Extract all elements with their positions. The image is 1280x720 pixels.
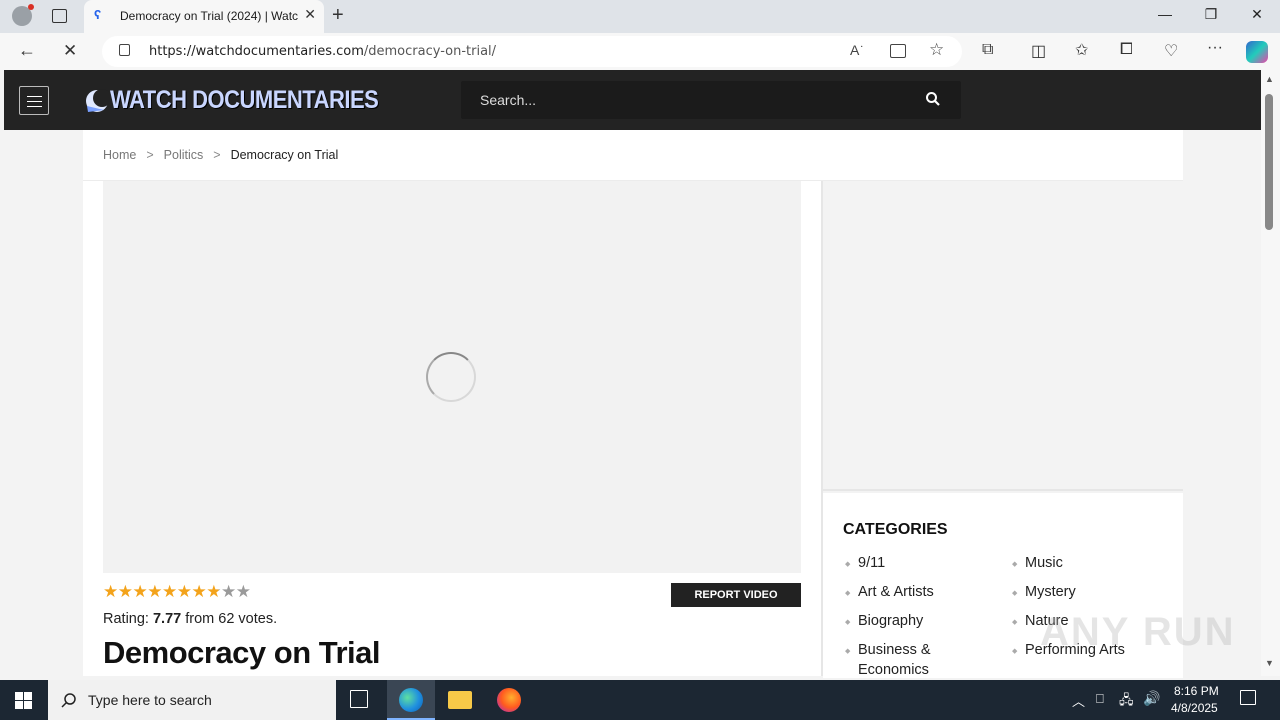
site-logo[interactable]: WATCH DOCUMENTARIES	[84, 83, 379, 117]
star-icon[interactable]: ★	[177, 583, 192, 601]
star-icon[interactable]: ★	[221, 583, 236, 601]
site-search-input[interactable]: Search...	[461, 81, 961, 119]
hamburger-menu-button[interactable]	[19, 86, 49, 115]
taskbar: Type here to search ︿ ⎕ 🖧 🔊 8:16 PM 4/8/…	[0, 680, 1280, 720]
lock-icon[interactable]	[119, 44, 130, 56]
stop-loading-icon[interactable]: ✕	[63, 41, 77, 61]
page-title: Democracy on Trial	[103, 635, 381, 670]
edge-icon	[399, 688, 423, 712]
site-favicon: ʕ	[94, 7, 102, 22]
category-link-continued[interactable]: Economics	[858, 662, 929, 678]
scroll-down-icon[interactable]: ▼	[1265, 658, 1274, 668]
breadcrumb-separator: >	[146, 148, 154, 162]
browser-tab-strip: ʕ Democracy on Trial (2024) | Watc ✕ + —…	[0, 0, 1280, 33]
split-screen-icon[interactable]: ◫	[1031, 41, 1046, 61]
breadcrumb: Home > Politics > Democracy on Trial	[103, 148, 338, 162]
sidebar: CATEGORIES 9/11 Art & Artists Biography …	[821, 181, 1183, 678]
back-icon[interactable]: ←	[18, 40, 36, 61]
meet-now-icon[interactable]: ⎕	[1096, 691, 1104, 707]
video-player[interactable]	[103, 181, 801, 573]
breadcrumb-home[interactable]: Home	[103, 148, 136, 162]
file-explorer-icon[interactable]	[448, 691, 472, 709]
extensions-icon[interactable]: ⧉	[982, 41, 993, 59]
category-link[interactable]: 9/11	[845, 555, 885, 571]
active-tab[interactable]: ʕ Democracy on Trial (2024) | Watc ✕	[84, 0, 324, 33]
star-icon[interactable]: ★	[103, 583, 118, 601]
task-view-icon[interactable]	[350, 690, 368, 708]
scroll-thumb[interactable]	[1265, 94, 1273, 230]
more-menu-icon[interactable]: ···	[1207, 39, 1223, 57]
report-video-button[interactable]: REPORT VIDEO	[671, 583, 801, 607]
browser-essentials-icon[interactable]: ♡	[1164, 41, 1178, 61]
star-icon[interactable]: ★	[192, 583, 207, 601]
address-bar[interactable]: https://watchdocumentaries.com/democracy…	[102, 36, 962, 67]
minimize-icon[interactable]: —	[1142, 6, 1188, 22]
scroll-up-icon[interactable]: ▲	[1265, 74, 1274, 84]
windows-start-icon[interactable]	[15, 692, 32, 709]
star-icon[interactable]: ★	[118, 583, 133, 601]
new-tab-icon[interactable]: +	[332, 4, 344, 27]
volume-icon[interactable]: 🔊	[1143, 690, 1160, 707]
logo-moon-icon	[86, 89, 110, 112]
read-aloud-icon[interactable]: A͘	[850, 42, 859, 58]
star-icon[interactable]: ★	[147, 583, 162, 601]
ad-slot	[823, 181, 1183, 491]
breadcrumb-current: Democracy on Trial	[230, 148, 339, 162]
search-icon	[61, 693, 76, 708]
category-link[interactable]: Business &	[845, 642, 930, 658]
categories-heading: CATEGORIES	[843, 521, 948, 538]
star-icon[interactable]: ★	[206, 583, 221, 601]
favorites-icon[interactable]: ✩	[1075, 40, 1088, 60]
site-header: WATCH DOCUMENTARIES Search...	[4, 70, 1261, 130]
watermark-logo: ANY RUN	[1040, 610, 1236, 654]
restore-icon[interactable]: ❐	[1188, 6, 1234, 23]
star-icon[interactable]: ★	[133, 583, 148, 601]
clock-time[interactable]: 8:16 PM	[1174, 684, 1219, 698]
tray-chevron-icon[interactable]: ︿	[1072, 691, 1085, 710]
star-icon[interactable]: ★	[236, 583, 251, 601]
category-link[interactable]: Music	[1012, 555, 1063, 571]
loading-spinner-icon	[426, 352, 476, 402]
copilot-icon[interactable]	[1246, 41, 1268, 63]
tab-actions-icon[interactable]	[52, 9, 67, 23]
star-icon[interactable]: ★	[162, 583, 177, 601]
breadcrumb-category[interactable]: Politics	[164, 148, 204, 162]
search-icon[interactable]	[925, 91, 941, 107]
tab-close-icon[interactable]: ✕	[304, 6, 316, 23]
firefox-icon[interactable]	[497, 688, 521, 712]
browser-toolbar: ← ✕ https://watchdocumentaries.com/democ…	[0, 33, 1280, 70]
category-link[interactable]: Biography	[845, 613, 923, 629]
page-container: Home > Politics > Democracy on Trial ★ ★ ★ ★ ★ ★ ★…	[83, 130, 1183, 678]
network-icon[interactable]: 🖧	[1119, 691, 1134, 713]
page-scrollbar[interactable]: ▲ ▼	[1261, 70, 1280, 676]
taskbar-search-box[interactable]: Type here to search	[48, 680, 336, 720]
rating-value: 7.77	[152, 611, 182, 627]
rating-text: Rating: 7.77 from 62 votes.	[103, 611, 278, 627]
url-text: https://watchdocumentaries.com/democracy…	[149, 44, 497, 59]
tab-title: Democracy on Trial (2024) | Watc	[120, 9, 299, 23]
category-link[interactable]: Mystery	[1012, 584, 1076, 600]
favorite-star-icon[interactable]: ☆	[929, 40, 944, 60]
clock-date[interactable]: 4/8/2025	[1171, 701, 1218, 715]
notifications-icon[interactable]	[1240, 690, 1256, 705]
star-rating[interactable]: ★ ★ ★ ★ ★ ★ ★ ★ ★ ★	[103, 583, 251, 601]
category-link[interactable]: Art & Artists	[845, 584, 934, 600]
immersive-reader-icon[interactable]	[890, 44, 906, 58]
breadcrumb-separator: >	[213, 148, 221, 162]
collections-icon[interactable]: ⧠	[1120, 41, 1133, 59]
search-placeholder: Search...	[480, 92, 537, 108]
window-close-icon[interactable]: ✕	[1234, 6, 1280, 23]
notification-dot	[28, 4, 34, 10]
